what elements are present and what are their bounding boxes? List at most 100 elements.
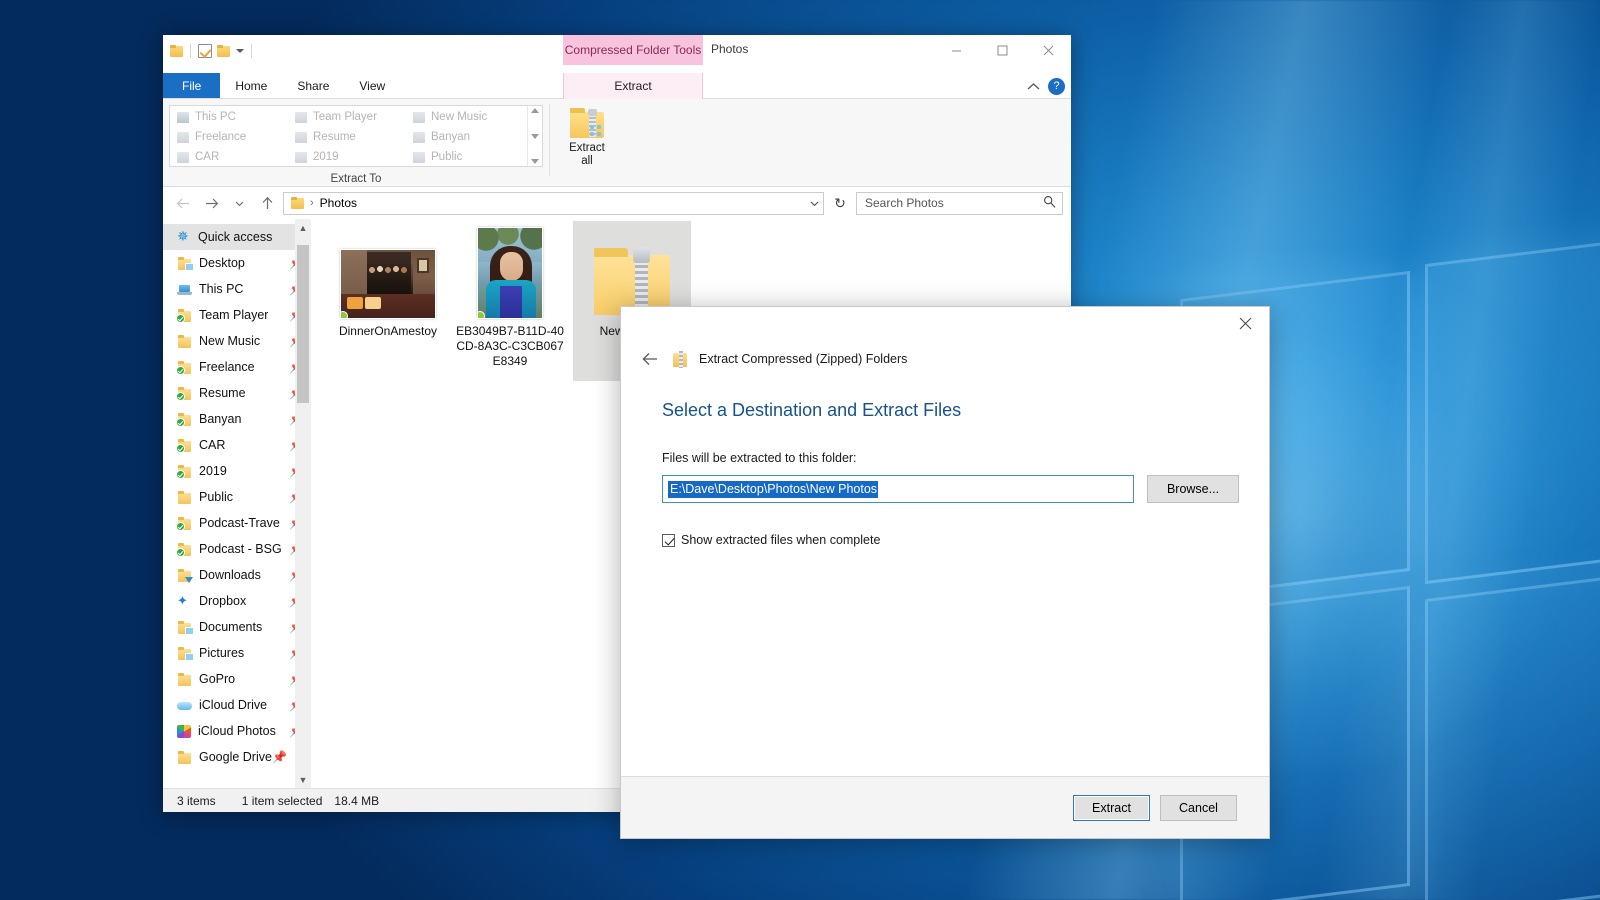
folder-icon[interactable] [217, 45, 230, 57]
scroll-up-icon[interactable] [531, 108, 539, 113]
sidebar-item-new-music[interactable]: New Music 📌 [163, 328, 311, 354]
sidebar-item-resume[interactable]: Resume 📌 [163, 380, 311, 406]
folder-icon [177, 309, 192, 322]
scroll-down-icon[interactable] [531, 134, 539, 139]
checkbox-icon[interactable] [198, 44, 212, 58]
gallery-item-car[interactable]: CAR [173, 147, 291, 167]
sidebar-item-dropbox[interactable]: ✦ Dropbox 📌 [163, 588, 311, 614]
gallery-item-public[interactable]: Public [409, 147, 527, 167]
pin-icon[interactable]: 📌 [272, 750, 287, 764]
sidebar-item-this-pc[interactable]: This PC 📌 [163, 276, 311, 302]
gallery-item-team-player[interactable]: Team Player [291, 107, 409, 127]
scrollbar-thumb[interactable] [297, 245, 309, 403]
extract-to-gallery[interactable]: This PC Team Player New Music Freelance [169, 105, 543, 167]
sidebar-item-label: Quick access [198, 230, 272, 244]
extract-button[interactable]: Extract [1073, 795, 1150, 821]
navigation-pane-scrollbar[interactable]: ▲ ▼ [295, 219, 311, 788]
folder-icon [177, 335, 192, 348]
sidebar-item-desktop[interactable]: Desktop 📌 [163, 250, 311, 276]
address-field[interactable]: › Photos [283, 192, 824, 215]
sidebar-item-quick-access[interactable]: ✵ Quick access [163, 224, 311, 250]
icloud-drive-icon [177, 699, 192, 712]
dialog-header-title: Extract Compressed (Zipped) Folders [699, 352, 907, 366]
ribbon-group-extract-all: Extract all [549, 99, 625, 186]
show-extracted-row[interactable]: Show extracted files when complete [662, 533, 1239, 547]
folder-icon [295, 112, 307, 123]
gallery-item-label: Public [431, 151, 462, 163]
recent-locations-button[interactable] [227, 191, 251, 215]
tab-home[interactable]: Home [220, 73, 282, 98]
list-item[interactable]: DinnerOnAmestoy [329, 227, 447, 339]
status-item-count: 3 items [177, 794, 216, 808]
list-item-label: EB3049B7-B11D-40CD-8A3C-C3CB067E8349 [455, 324, 565, 369]
extract-all-label-line2: all [581, 155, 593, 167]
sidebar-item-banyan[interactable]: Banyan 📌 [163, 406, 311, 432]
dialog-close-button[interactable] [1225, 310, 1265, 338]
chevron-up-icon[interactable] [1027, 82, 1040, 91]
dialog-titlebar [621, 307, 1269, 340]
show-extracted-checkbox[interactable] [662, 534, 675, 547]
tab-share[interactable]: Share [282, 73, 344, 98]
zip-folder-icon [673, 351, 687, 367]
destination-path-input[interactable]: E:\Dave\Desktop\Photos\New Photos [662, 475, 1134, 503]
gallery-item-label: CAR [195, 151, 219, 163]
forward-button[interactable] [199, 191, 223, 215]
dialog-back-button[interactable] [639, 348, 661, 370]
gallery-scrollbar[interactable] [527, 106, 542, 166]
maximize-button[interactable] [979, 35, 1025, 65]
close-button[interactable] [1025, 35, 1071, 65]
gallery-item-freelance[interactable]: Freelance [173, 127, 291, 147]
sidebar-item-public[interactable]: Public 📌 [163, 484, 311, 510]
sidebar-item-podcast-bsg[interactable]: Podcast - BSG 📌 [163, 536, 311, 562]
gallery-item-new-music[interactable]: New Music [409, 107, 527, 127]
sidebar-item-pictures[interactable]: Pictures 📌 [163, 640, 311, 666]
search-input[interactable]: Search Photos [856, 192, 1063, 215]
sidebar-item-freelance[interactable]: Freelance 📌 [163, 354, 311, 380]
sidebar-item-podcast-travel[interactable]: Podcast-Trave 📌 [163, 510, 311, 536]
scroll-down-icon[interactable]: ▼ [295, 771, 311, 788]
wallpaper-pane [1425, 571, 1600, 900]
address-bar: › Photos ↻ Search Photos [163, 187, 1071, 219]
gallery-item-this-pc[interactable]: This PC [173, 107, 291, 127]
folder-icon[interactable] [170, 45, 183, 57]
pc-icon [177, 112, 189, 123]
back-button[interactable] [171, 191, 195, 215]
sidebar-item-google-drive[interactable]: Google Drive 📌 ⌄ [163, 744, 311, 770]
folder-icon [177, 413, 192, 426]
sidebar-item-team-player[interactable]: Team Player 📌 [163, 302, 311, 328]
tab-extract[interactable]: Extract [563, 73, 703, 99]
sidebar-item-icloud-photos[interactable]: iCloud Photos 📌 [163, 718, 311, 744]
extract-all-button[interactable]: Extract all [553, 103, 621, 168]
dropdown-caret-icon[interactable] [236, 49, 244, 53]
gallery-item-label: This PC [195, 111, 236, 123]
list-item[interactable]: EB3049B7-B11D-40CD-8A3C-C3CB067E8349 [451, 227, 569, 369]
gallery-item-2019[interactable]: 2019 [291, 147, 409, 167]
up-button[interactable] [255, 191, 279, 215]
breadcrumb-separator: › [310, 197, 314, 209]
folder-icon [177, 465, 192, 478]
extract-dialog: Extract Compressed (Zipped) Folders Sele… [620, 306, 1270, 839]
refresh-button[interactable]: ↻ [828, 191, 852, 215]
sync-badge-icon [477, 311, 485, 319]
star-icon: ✵ [177, 230, 191, 244]
minimize-button[interactable] [933, 35, 979, 65]
help-button[interactable]: ? [1048, 78, 1065, 95]
browse-button[interactable]: Browse... [1147, 475, 1239, 503]
cancel-button[interactable]: Cancel [1160, 795, 1237, 821]
folder-icon [177, 673, 192, 686]
sidebar-item-2019[interactable]: 2019 📌 [163, 458, 311, 484]
sidebar-item-icloud-drive[interactable]: iCloud Drive 📌 [163, 692, 311, 718]
chevron-down-icon[interactable] [810, 200, 819, 207]
scroll-more-icon[interactable] [531, 159, 539, 164]
sidebar-item-downloads[interactable]: Downloads 📌 [163, 562, 311, 588]
scroll-up-icon[interactable]: ▲ [295, 219, 311, 236]
gallery-item-banyan[interactable]: Banyan [409, 127, 527, 147]
tab-view[interactable]: View [344, 73, 400, 98]
breadcrumb-path[interactable]: Photos [320, 196, 357, 210]
window-controls [933, 35, 1071, 65]
sidebar-item-car[interactable]: CAR 📌 [163, 432, 311, 458]
sidebar-item-gopro[interactable]: GoPro 📌 [163, 666, 311, 692]
gallery-item-resume[interactable]: Resume [291, 127, 409, 147]
tab-file[interactable]: File [163, 73, 220, 98]
sidebar-item-documents[interactable]: Documents 📌 [163, 614, 311, 640]
